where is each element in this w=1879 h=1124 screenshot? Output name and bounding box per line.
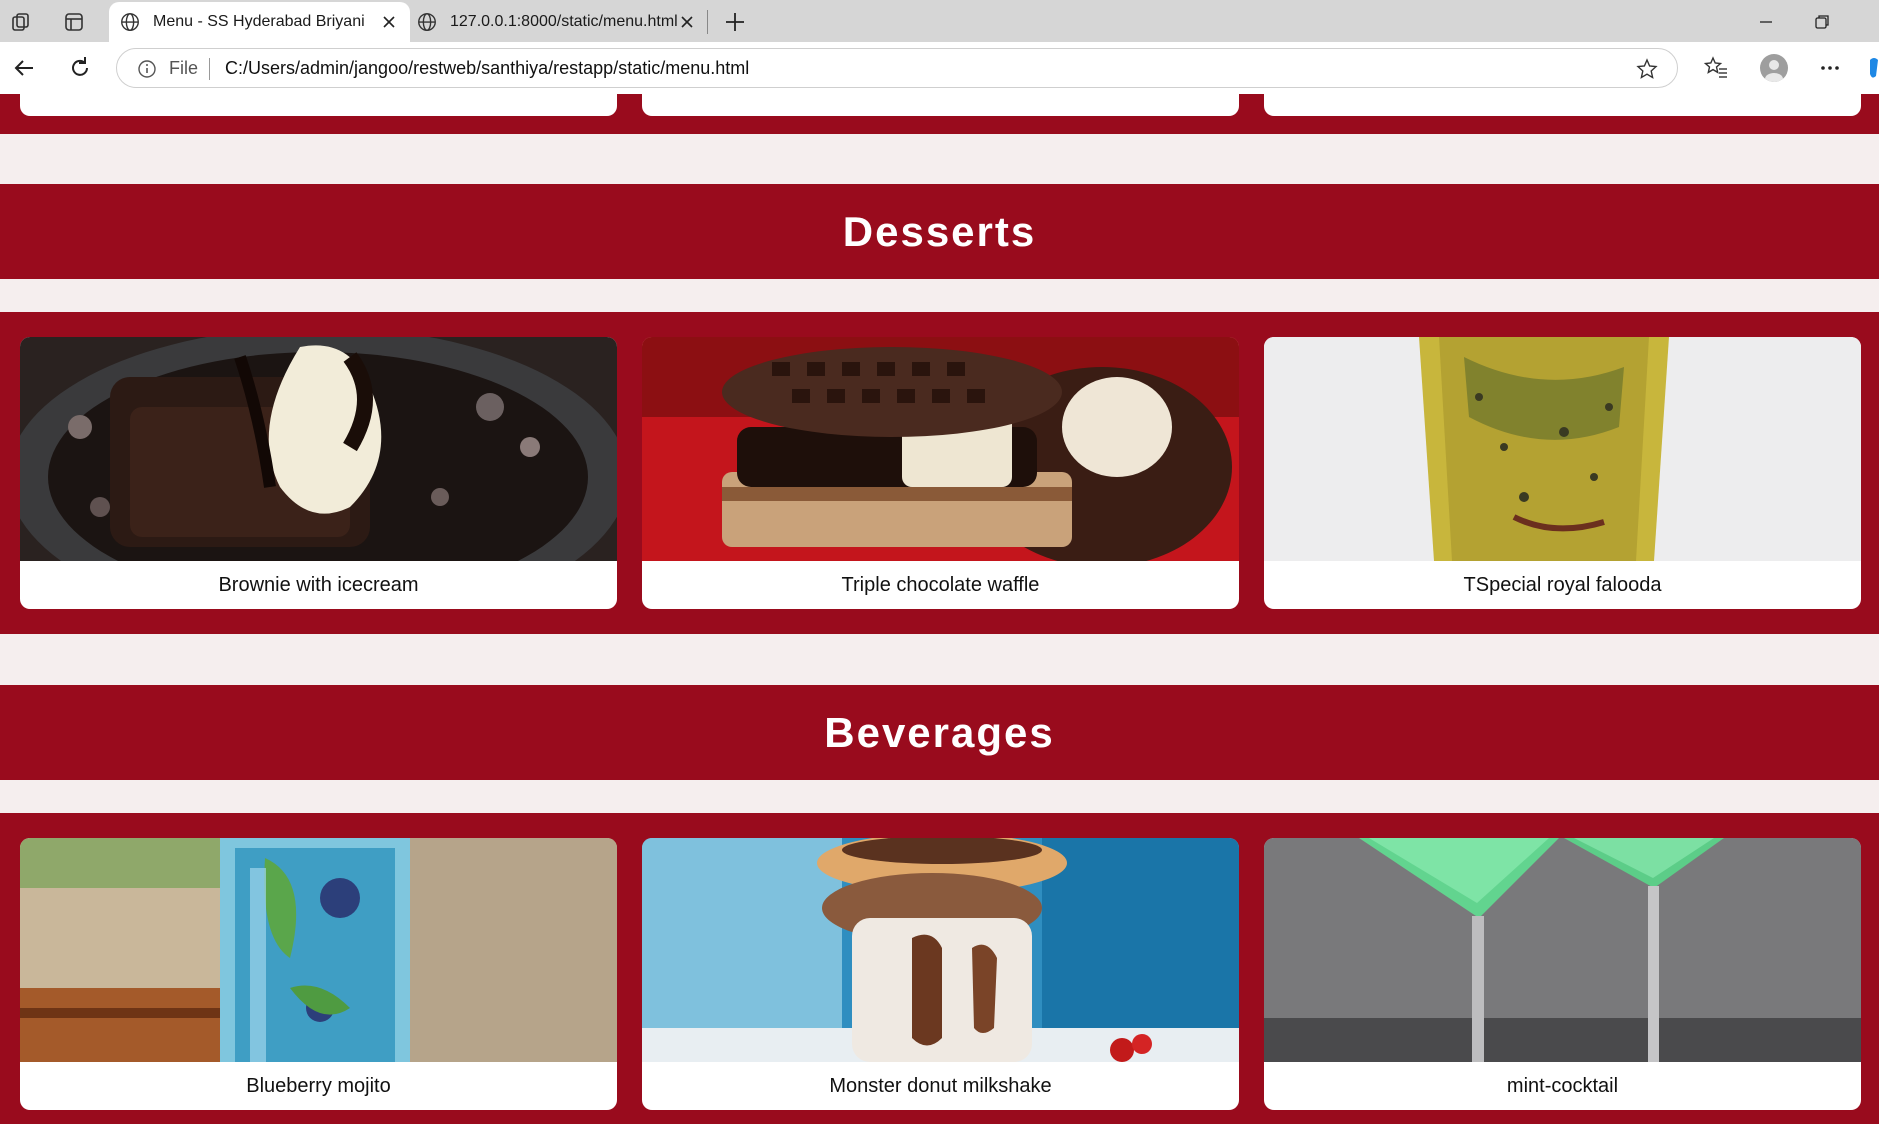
menu-card[interactable]: Brownie with icecream xyxy=(20,337,617,609)
milkshake-photo xyxy=(642,838,1239,1062)
tab-localhost[interactable]: 127.0.0.1:8000/static/menu.html xyxy=(412,2,708,42)
back-arrow-icon[interactable] xyxy=(10,54,38,82)
brownie-photo xyxy=(20,337,617,561)
tab-title: 127.0.0.1:8000/static/menu.html xyxy=(450,13,678,30)
minimize-icon[interactable] xyxy=(1754,10,1778,34)
menu-card[interactable]: mint-cocktail xyxy=(1264,838,1861,1110)
beverages-row: Blueberry mojito Monster donut milkshake… xyxy=(0,813,1879,1124)
menu-card-partial[interactable] xyxy=(1264,94,1861,116)
profile-avatar[interactable] xyxy=(1760,54,1788,82)
previous-section-band xyxy=(0,94,1879,134)
omnibox-divider xyxy=(209,58,210,80)
menu-card[interactable]: Blueberry mojito xyxy=(20,838,617,1110)
desserts-row: Brownie with icecream Triple chocolate w… xyxy=(0,312,1879,634)
reload-icon[interactable] xyxy=(66,54,94,82)
address-bar: File C:/Users/admin/jangoo/restweb/santh… xyxy=(0,42,1879,95)
url-text[interactable]: C:/Users/admin/jangoo/restweb/santhiya/r… xyxy=(225,58,749,79)
item-name: TSpecial royal falooda xyxy=(1463,573,1662,596)
workspaces-icon[interactable] xyxy=(10,10,34,34)
item-name: Monster donut milkshake xyxy=(829,1074,1052,1097)
scheme-label: File xyxy=(169,58,199,78)
falooda-photo xyxy=(1264,337,1861,561)
close-tab-icon[interactable] xyxy=(380,13,398,31)
section-heading-desserts: Desserts xyxy=(0,184,1879,279)
new-tab-icon[interactable] xyxy=(721,8,749,36)
close-tab-icon[interactable] xyxy=(678,13,696,31)
mint-cocktail-photo xyxy=(1264,838,1861,1062)
copilot-icon[interactable] xyxy=(1866,54,1879,82)
browser-tab-bar: Menu - SS Hyderabad Briyani 127.0.0.1:80… xyxy=(0,0,1879,42)
profile-icon xyxy=(1765,60,1783,82)
favorite-star-icon[interactable] xyxy=(1635,57,1659,81)
globe-icon xyxy=(418,13,436,31)
waffle-photo xyxy=(642,337,1239,561)
mojito-photo xyxy=(20,838,617,1062)
tab-menu[interactable]: Menu - SS Hyderabad Briyani xyxy=(109,2,410,42)
menu-card-partial[interactable] xyxy=(20,94,617,116)
item-name: mint-cocktail xyxy=(1506,1074,1619,1097)
section-heading-beverages: Beverages xyxy=(0,685,1879,780)
favorites-icon[interactable] xyxy=(1702,54,1730,82)
more-options-icon[interactable] xyxy=(1816,54,1844,82)
menu-card[interactable]: TSpecial royal falooda xyxy=(1264,337,1861,609)
url-field[interactable]: File C:/Users/admin/jangoo/restweb/santh… xyxy=(116,48,1678,88)
item-name: Blueberry mojito xyxy=(246,1074,391,1097)
restore-icon[interactable] xyxy=(1810,10,1834,34)
menu-card[interactable]: Triple chocolate waffle xyxy=(642,337,1239,609)
info-icon[interactable] xyxy=(137,59,157,79)
tab-actions-icon[interactable] xyxy=(62,10,86,34)
menu-card[interactable]: Monster donut milkshake xyxy=(642,838,1239,1110)
tab-divider xyxy=(707,10,708,34)
menu-page: Desserts Brownie with icecream Triple ch… xyxy=(0,94,1879,1124)
item-name: Brownie with icecream xyxy=(218,573,419,596)
menu-card-partial[interactable] xyxy=(642,94,1239,116)
globe-icon xyxy=(121,13,139,31)
tab-title: Menu - SS Hyderabad Briyani xyxy=(153,13,365,30)
item-name: Triple chocolate waffle xyxy=(841,573,1040,596)
